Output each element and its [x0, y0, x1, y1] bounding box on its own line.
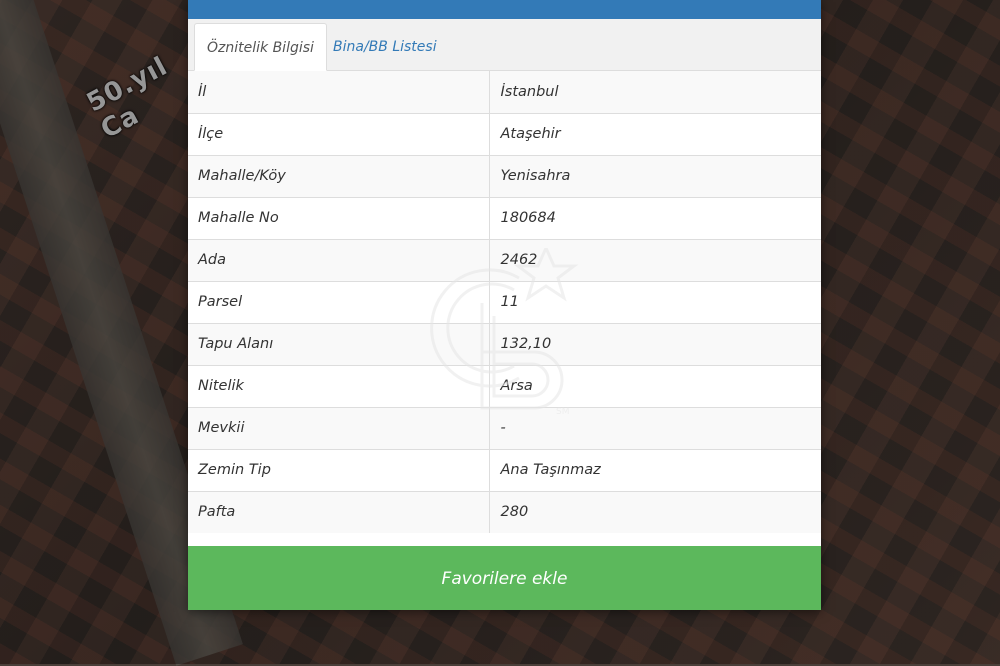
table-row: Mahalle No 180684: [188, 196, 821, 239]
attribute-value: 2462: [489, 238, 821, 281]
table-row: Nitelik Arsa: [188, 364, 821, 407]
table-row: İlçe Ataşehir: [188, 112, 821, 155]
parcel-info-dialog: Öznitelik Bilgisi Bina/BB Listesi İl İst…: [188, 0, 821, 610]
attribute-key: Nitelik: [188, 364, 490, 407]
tab-bar: Öznitelik Bilgisi Bina/BB Listesi: [188, 19, 821, 71]
tab-attribute-info[interactable]: Öznitelik Bilgisi: [194, 23, 327, 71]
attribute-key: Zemin Tip: [188, 448, 490, 491]
attribute-value: Ataşehir: [489, 112, 821, 155]
attribute-key: İlçe: [188, 112, 490, 155]
attribute-value: -: [489, 406, 821, 449]
attribute-value: Arsa: [489, 364, 821, 407]
attribute-value: İstanbul: [489, 71, 821, 113]
attribute-key: Mahalle/Köy: [188, 154, 490, 197]
attribute-value: 11: [489, 280, 821, 323]
attribute-value: 280: [489, 490, 821, 533]
attribute-key: Mahalle No: [188, 196, 490, 239]
table-row: Mahalle/Köy Yenisahra: [188, 154, 821, 197]
attribute-table: İl İstanbul İlçe Ataşehir Mahalle/Köy Ye…: [188, 71, 821, 533]
attribute-value: 180684: [489, 196, 821, 239]
attribute-key: Mevkii: [188, 406, 490, 449]
attribute-key: İl: [188, 71, 490, 113]
attribute-key: Pafta: [188, 490, 490, 533]
table-row: Parsel 11: [188, 280, 821, 323]
table-row: Mevkii -: [188, 406, 821, 449]
attribute-key: Tapu Alanı: [188, 322, 490, 365]
table-row: Pafta 280: [188, 490, 821, 533]
attribute-value: Yenisahra: [489, 154, 821, 197]
table-row: Tapu Alanı 132,10: [188, 322, 821, 365]
table-row: Zemin Tip Ana Taşınmaz: [188, 448, 821, 491]
tab-building-list[interactable]: Bina/BB Listesi: [321, 23, 449, 71]
table-row: Ada 2462: [188, 238, 821, 281]
attribute-key: Parsel: [188, 280, 490, 323]
attribute-value: Ana Taşınmaz: [489, 448, 821, 491]
add-to-favorites-button[interactable]: Favorilere ekle: [188, 546, 821, 610]
attribute-value: 132,10: [489, 322, 821, 365]
table-row: İl İstanbul: [188, 71, 821, 113]
dialog-header: [188, 0, 821, 19]
attribute-key: Ada: [188, 238, 490, 281]
